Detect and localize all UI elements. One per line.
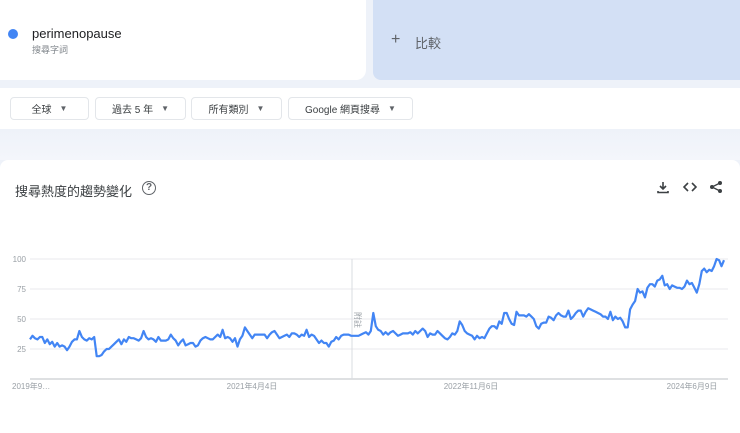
y-tick-label: 75 — [17, 285, 26, 294]
x-tick-label: 2024年6月9日 — [667, 381, 718, 391]
y-tick-label: 100 — [13, 255, 27, 264]
y-tick-label: 50 — [17, 315, 26, 324]
trend-chart: 100 75 50 25 附註 2019年9… 2021年4月4日 2022年11月6日 202… — [12, 255, 728, 391]
x-tick-label: 2019年9… — [12, 381, 50, 391]
annotation-label: 附註 — [353, 312, 363, 328]
series-line-perimenopause — [29, 257, 726, 358]
x-tick-label: 2022年11月6日 — [444, 381, 499, 391]
y-tick-label: 25 — [17, 345, 26, 354]
x-tick-label: 2021年4月4日 — [227, 381, 278, 391]
